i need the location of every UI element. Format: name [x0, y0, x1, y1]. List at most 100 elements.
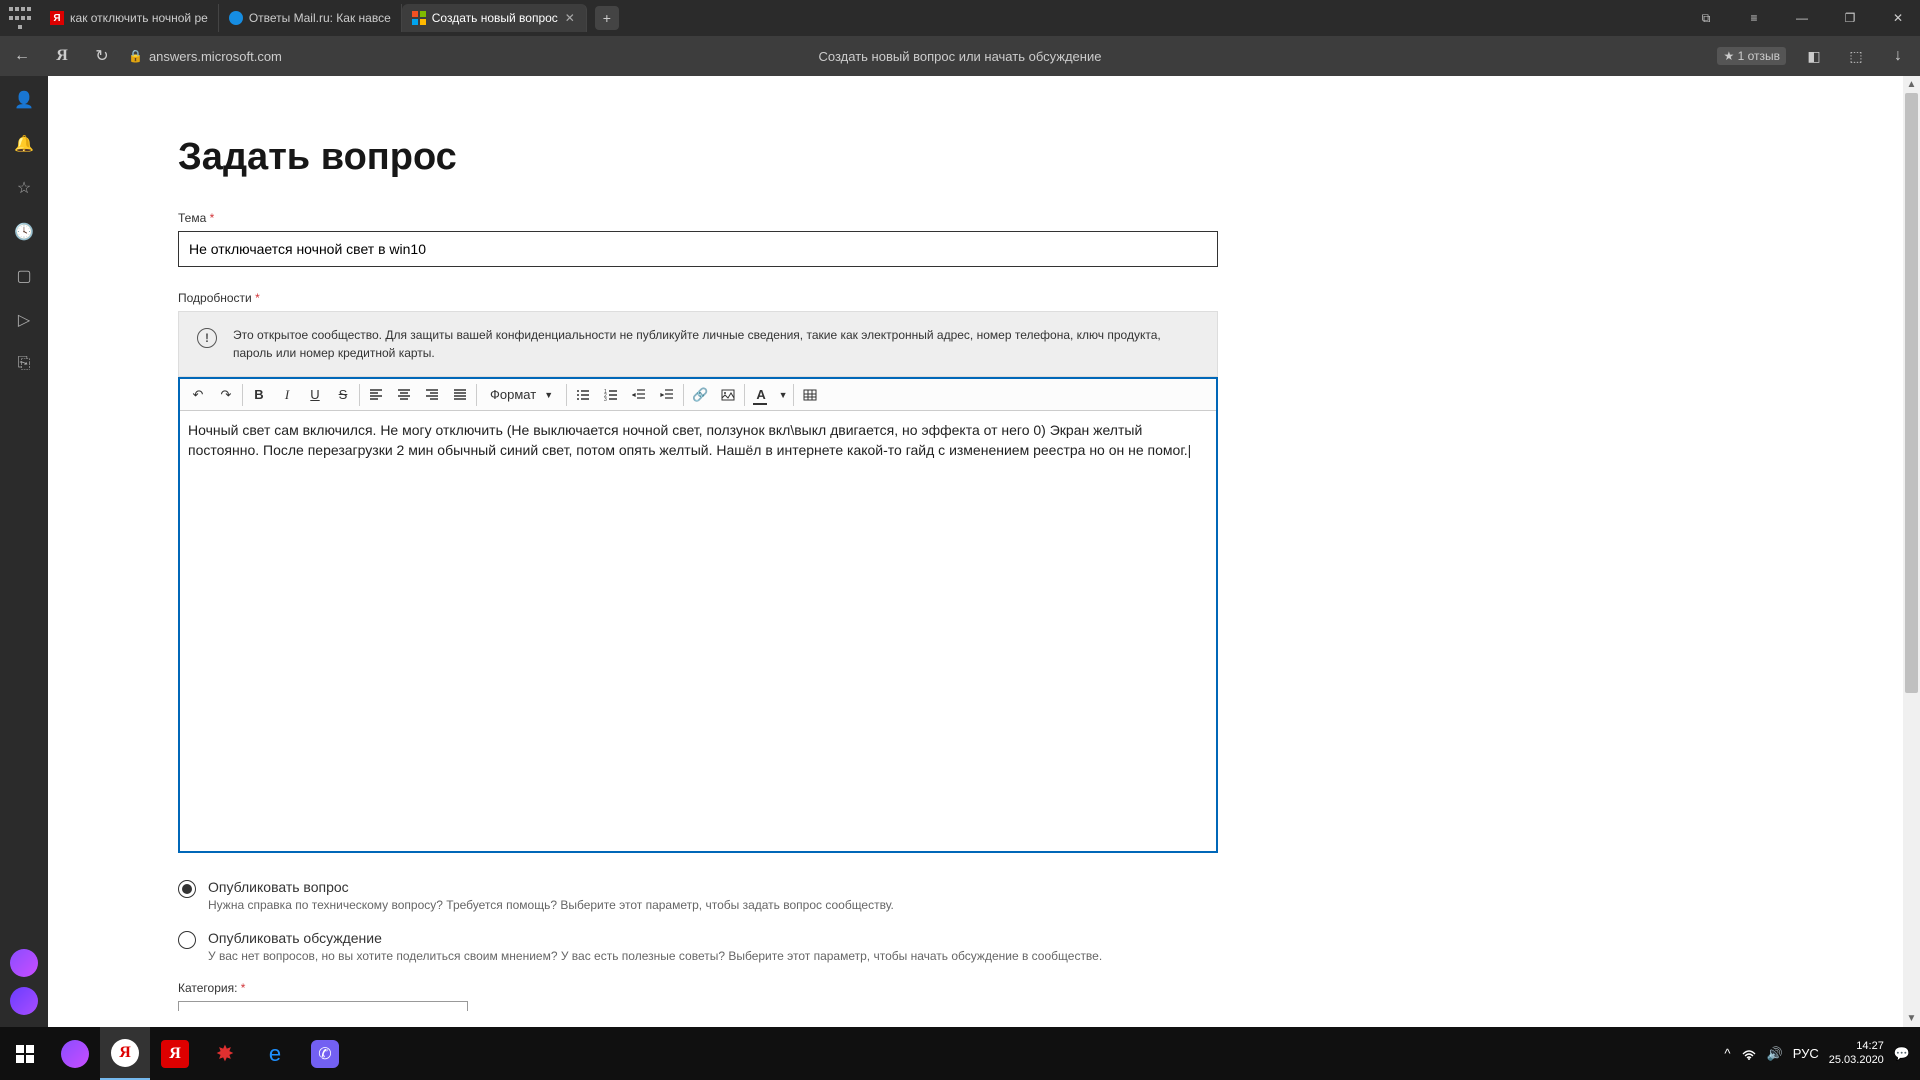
table-button[interactable]	[796, 381, 824, 409]
redo-button[interactable]: ↷	[212, 381, 240, 409]
yandex-favicon: Я	[50, 11, 64, 25]
yandex-home-button[interactable]: Я	[48, 42, 76, 70]
taskbar-app-viber[interactable]: ✆	[300, 1027, 350, 1080]
bold-button[interactable]: B	[245, 381, 273, 409]
browser-tab-bar: Я как отключить ночной ре Ответы Mail.ru…	[0, 0, 1920, 36]
browser-tab-active[interactable]: Создать новый вопрос ✕	[402, 4, 587, 32]
extension-icon[interactable]: ⬚	[1842, 42, 1870, 70]
alice-icon[interactable]	[10, 949, 38, 977]
scroll-down-icon[interactable]: ▼	[1903, 1010, 1920, 1027]
notifications-icon[interactable]: 🔔	[12, 132, 36, 156]
window-close-icon[interactable]: ✕	[1884, 4, 1912, 32]
align-right-button[interactable]	[418, 381, 446, 409]
clock-time: 14:27	[1829, 1040, 1884, 1053]
alice-voice-icon[interactable]	[10, 987, 38, 1015]
radio-description: У вас нет вопросов, но вы хотите поделит…	[208, 949, 1102, 963]
tab-label: Создать новый вопрос	[432, 11, 558, 25]
bookmark-icon[interactable]: ◧	[1800, 42, 1828, 70]
window-minimize-icon[interactable]: ―	[1788, 4, 1816, 32]
link-button[interactable]: 🔗	[686, 381, 714, 409]
reload-button[interactable]: ↻	[88, 42, 116, 70]
color-dropdown-icon[interactable]: ▼	[775, 381, 791, 409]
history-icon[interactable]: 🕓	[12, 220, 36, 244]
svg-text:3: 3	[604, 397, 607, 402]
editor-toolbar: ↶ ↷ B I U S	[180, 379, 1216, 411]
menu-icon[interactable]: ≡	[1740, 4, 1768, 32]
sync-icon[interactable]: ⎘	[12, 352, 36, 376]
taskbar-app-yandex-disk[interactable]	[50, 1027, 100, 1080]
browser-tab[interactable]: Ответы Mail.ru: Как навсе	[219, 4, 402, 32]
tab-label: Ответы Mail.ru: Как навсе	[249, 11, 391, 25]
action-center-icon[interactable]: 💬	[1894, 1046, 1910, 1062]
number-list-button[interactable]: 123	[597, 381, 625, 409]
windows-taskbar: Я Я ✸ e ✆ ^ 🔊 РУС 14:27 25.03.2020 💬	[0, 1027, 1920, 1080]
scrollbar-thumb[interactable]	[1905, 93, 1918, 693]
start-button[interactable]	[0, 1027, 50, 1080]
mailru-favicon	[229, 11, 243, 25]
italic-button[interactable]: I	[273, 381, 301, 409]
align-center-button[interactable]	[390, 381, 418, 409]
volume-icon[interactable]: 🔊	[1767, 1046, 1783, 1062]
taskbar-app-unknown[interactable]: ✸	[200, 1027, 250, 1080]
media-icon[interactable]: ▷	[12, 308, 36, 332]
tray-expand-icon[interactable]: ^	[1724, 1046, 1730, 1061]
lock-icon: 🔒	[128, 49, 143, 63]
extensions-grid-icon[interactable]	[8, 6, 32, 30]
details-label: Подробности *	[178, 291, 1148, 305]
radio-unchecked-icon	[178, 931, 196, 949]
tab-label: как отключить ночной ре	[70, 11, 208, 25]
undo-button[interactable]: ↶	[184, 381, 212, 409]
pip-icon[interactable]: ⧉	[1692, 4, 1720, 32]
taskbar-clock[interactable]: 14:27 25.03.2020	[1829, 1040, 1884, 1066]
text-color-button[interactable]: A	[747, 381, 775, 409]
page-viewport: Задать вопрос Тема * Подробности * ! Это…	[48, 76, 1920, 1027]
browser-address-bar: ← Я ↻ 🔒 answers.microsoft.com Создать но…	[0, 36, 1920, 76]
clock-date: 25.03.2020	[1829, 1054, 1884, 1067]
collections-icon[interactable]: ▢	[12, 264, 36, 288]
editor-textarea[interactable]: Ночный свет сам включился. Не могу отклю…	[180, 411, 1216, 851]
url-display[interactable]: 🔒 answers.microsoft.com	[128, 49, 282, 64]
profile-icon[interactable]: 👤	[12, 88, 36, 112]
scroll-up-icon[interactable]: ▲	[1903, 76, 1920, 93]
system-tray: ^ 🔊 РУС 14:27 25.03.2020 💬	[1724, 1040, 1920, 1066]
taskbar-app-yandex[interactable]: Я	[150, 1027, 200, 1080]
language-indicator[interactable]: РУС	[1793, 1046, 1819, 1061]
radio-checked-icon	[178, 880, 196, 898]
align-left-button[interactable]	[362, 381, 390, 409]
favorites-icon[interactable]: ☆	[12, 176, 36, 200]
wifi-icon[interactable]	[1741, 1047, 1757, 1061]
privacy-warning: ! Это открытое сообщество. Для защиты ва…	[178, 311, 1218, 377]
indent-button[interactable]	[653, 381, 681, 409]
outdent-button[interactable]	[625, 381, 653, 409]
downloads-icon[interactable]: ↓	[1884, 42, 1912, 70]
taskbar-app-yandex-browser[interactable]: Я	[100, 1027, 150, 1080]
underline-button[interactable]: U	[301, 381, 329, 409]
microsoft-favicon	[412, 11, 426, 25]
page-title: Создать новый вопрос или начать обсужден…	[819, 49, 1102, 64]
image-button[interactable]	[714, 381, 742, 409]
new-tab-button[interactable]: +	[595, 6, 619, 30]
browser-tab[interactable]: Я как отключить ночной ре	[40, 4, 219, 32]
category-dropdown[interactable]	[178, 1001, 468, 1011]
subject-input[interactable]	[178, 231, 1218, 267]
browser-side-panel: 👤 🔔 ☆ 🕓 ▢ ▷ ⎘	[0, 76, 48, 1027]
url-text: answers.microsoft.com	[149, 49, 282, 64]
taskbar-app-ie[interactable]: e	[250, 1027, 300, 1080]
strikethrough-button[interactable]: S	[329, 381, 357, 409]
rich-text-editor: ↶ ↷ B I U S	[178, 377, 1218, 853]
align-justify-button[interactable]	[446, 381, 474, 409]
warning-text: Это открытое сообщество. Для защиты ваше…	[233, 326, 1199, 362]
info-icon: !	[197, 328, 217, 348]
reviews-badge[interactable]: ★ 1 отзыв	[1717, 47, 1786, 65]
close-tab-icon[interactable]: ✕	[564, 12, 576, 24]
publish-discussion-radio[interactable]: Опубликовать обсуждение У вас нет вопрос…	[178, 930, 1148, 963]
back-button[interactable]: ←	[8, 42, 36, 70]
publish-question-radio[interactable]: Опубликовать вопрос Нужна справка по тех…	[178, 879, 1148, 912]
window-maximize-icon[interactable]: ❐	[1836, 4, 1864, 32]
bullet-list-button[interactable]	[569, 381, 597, 409]
subject-label: Тема *	[178, 211, 1148, 225]
scrollbar[interactable]: ▲ ▼	[1903, 76, 1920, 1027]
category-label: Категория: *	[178, 981, 1148, 995]
format-dropdown[interactable]: Формат▼	[479, 386, 564, 403]
radio-label: Опубликовать обсуждение	[208, 930, 1102, 946]
